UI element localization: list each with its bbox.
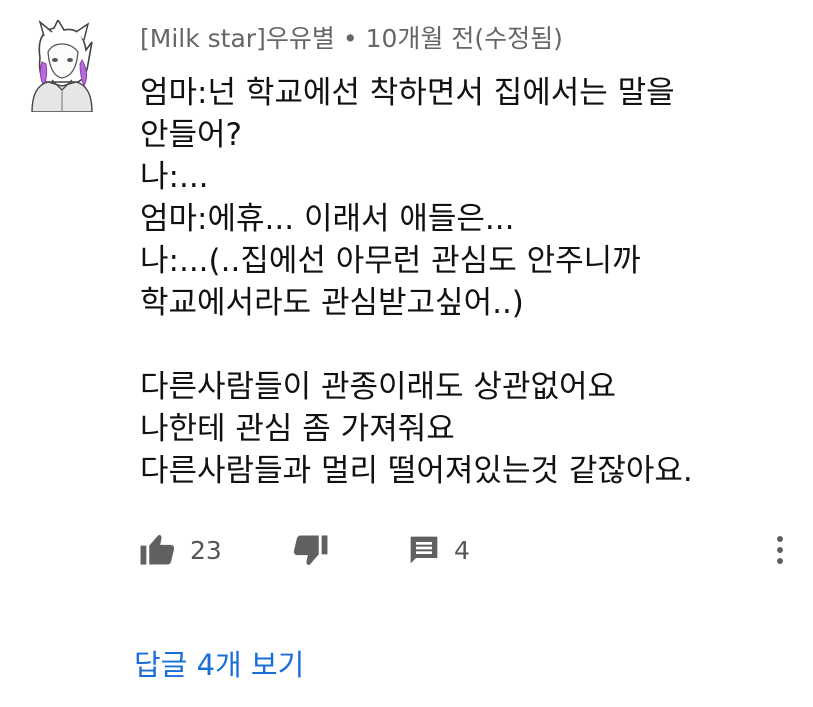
comment-line: 엄마:넌 학교에선 착하면서 집에서는 말을 bbox=[140, 75, 675, 111]
comment-line bbox=[140, 324, 800, 366]
comment-icon bbox=[410, 536, 438, 564]
dislike-button[interactable] bbox=[292, 528, 328, 572]
thumbs-down-icon bbox=[293, 535, 328, 565]
author-name[interactable]: [Milk star]우유별 bbox=[140, 24, 335, 53]
comment-line: 나한테 관심 좀 가져줘요 bbox=[140, 411, 455, 447]
thumbs-up-icon bbox=[140, 535, 175, 565]
comment-actions: 23 4 bbox=[140, 528, 800, 572]
comment-line: 다른사람들과 멀리 떨어져있는것 같잖아요. bbox=[140, 453, 693, 489]
more-vertical-icon bbox=[777, 536, 783, 564]
comment-timestamp: 10개월 전(수정됨) bbox=[365, 24, 563, 53]
comment-line: 엄마:에휴... 이래서 애들은... bbox=[140, 201, 515, 237]
reply-button[interactable]: 4 bbox=[408, 528, 470, 572]
comment-line: 안들어? bbox=[140, 117, 243, 153]
avatar[interactable] bbox=[22, 18, 102, 113]
comment-line: 학교에서라도 관심받고싶어..) bbox=[140, 285, 524, 321]
like-count: 23 bbox=[190, 535, 222, 565]
reply-count: 4 bbox=[454, 535, 470, 565]
like-button[interactable]: 23 bbox=[140, 528, 222, 572]
comment-header: [Milk star]우유별 • 10개월 전(수정됨) bbox=[140, 22, 563, 56]
comment-line: 나:... bbox=[140, 159, 209, 195]
comment-line: 다른사람들이 관종이래도 상관없어요 bbox=[140, 369, 617, 405]
view-replies-link[interactable]: 답글 4개 보기 bbox=[134, 645, 304, 685]
separator-dot: • bbox=[342, 24, 358, 53]
comment-line: 나:...(..집에선 아무런 관심도 안주니까 bbox=[140, 243, 641, 279]
more-options-button[interactable] bbox=[768, 528, 792, 572]
anime-character-avatar-icon bbox=[31, 18, 93, 113]
comment-body: 엄마:넌 학교에선 착하면서 집에서는 말을 안들어? 나:... 엄마:에휴.… bbox=[140, 72, 800, 492]
